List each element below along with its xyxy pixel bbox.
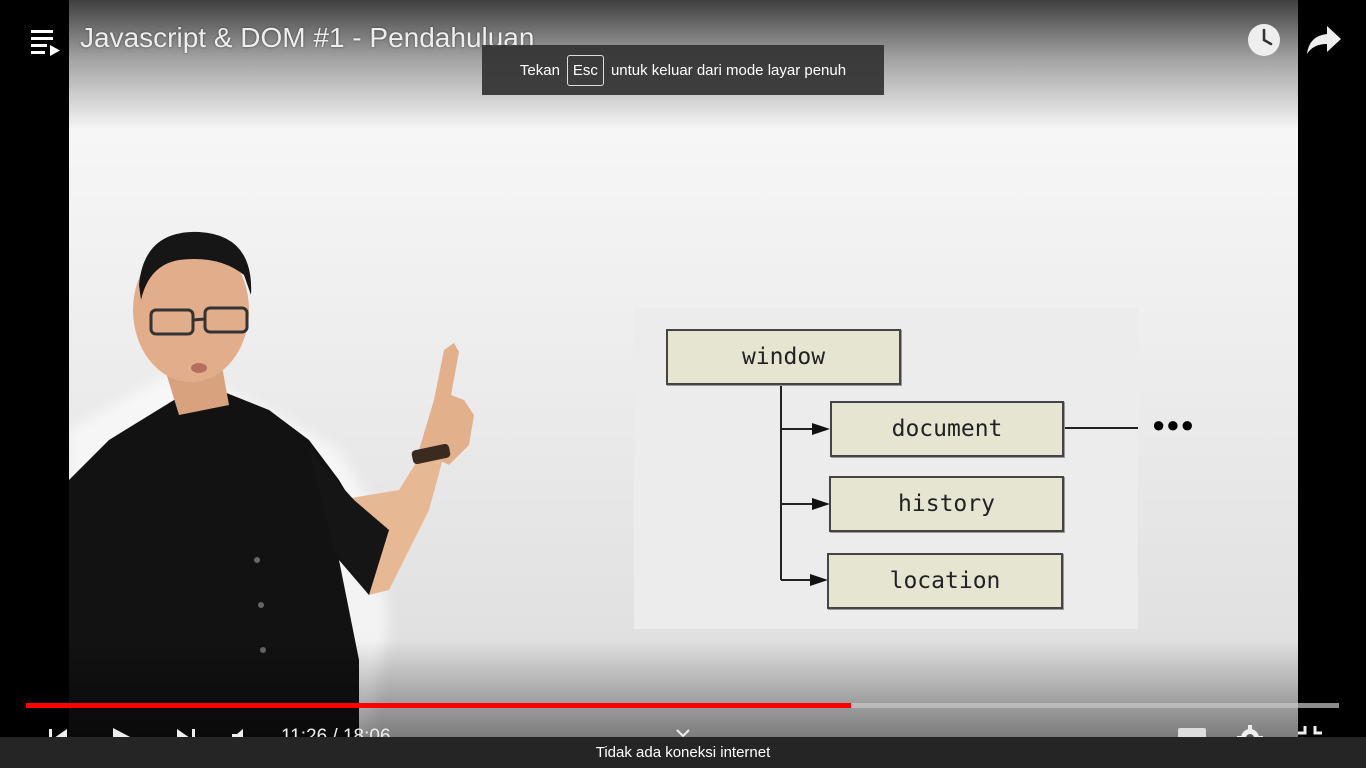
fullscreen-exit-icon[interactable] xyxy=(1296,724,1324,737)
chevron-up-icon[interactable] xyxy=(675,728,691,737)
player-controls: 11:26 / 18:06 xyxy=(0,720,1366,737)
gear-icon[interactable] xyxy=(1236,724,1264,737)
playlist-button[interactable] xyxy=(28,26,64,58)
skip-next-icon[interactable] xyxy=(174,726,198,737)
status-message: Tidak ada koneksi internet xyxy=(595,744,771,761)
diagram-ellipsis: ●●● xyxy=(1152,412,1195,437)
progress-played xyxy=(26,703,852,708)
diagram-box-window: window xyxy=(666,329,901,385)
volume-icon[interactable] xyxy=(230,726,254,737)
time-separator: / xyxy=(327,726,343,737)
miniplayer-icon[interactable] xyxy=(1178,728,1206,737)
toast-text-after: untuk keluar dari mode layar penuh xyxy=(610,61,847,79)
duration: 18:06 xyxy=(342,726,391,737)
share-button[interactable] xyxy=(1303,22,1343,58)
share-icon xyxy=(1307,26,1341,54)
time-display: 11:26 / 18:06 xyxy=(281,726,391,737)
diagram-box-document: document xyxy=(830,401,1064,457)
watch-later-button[interactable] xyxy=(1246,22,1282,58)
current-time: 11:26 xyxy=(281,726,328,737)
diagram-box-location: location xyxy=(827,553,1063,609)
playlist-icon xyxy=(31,30,60,56)
diagram-box-history: history xyxy=(829,476,1064,532)
esc-key-badge: Esc xyxy=(566,54,604,86)
offline-status-bar: Tidak ada koneksi internet xyxy=(0,737,1366,768)
skip-previous-icon[interactable] xyxy=(46,726,70,737)
progress-bar[interactable] xyxy=(26,703,1339,708)
toast-text-before: Tekan xyxy=(519,61,560,79)
clock-icon xyxy=(1248,24,1280,56)
video-title[interactable]: Javascript & DOM #1 - Pendahuluan xyxy=(80,22,534,54)
fullscreen-exit-toast: Tekan Esc untuk keluar dari mode layar p… xyxy=(482,45,884,95)
play-icon[interactable] xyxy=(110,726,136,737)
